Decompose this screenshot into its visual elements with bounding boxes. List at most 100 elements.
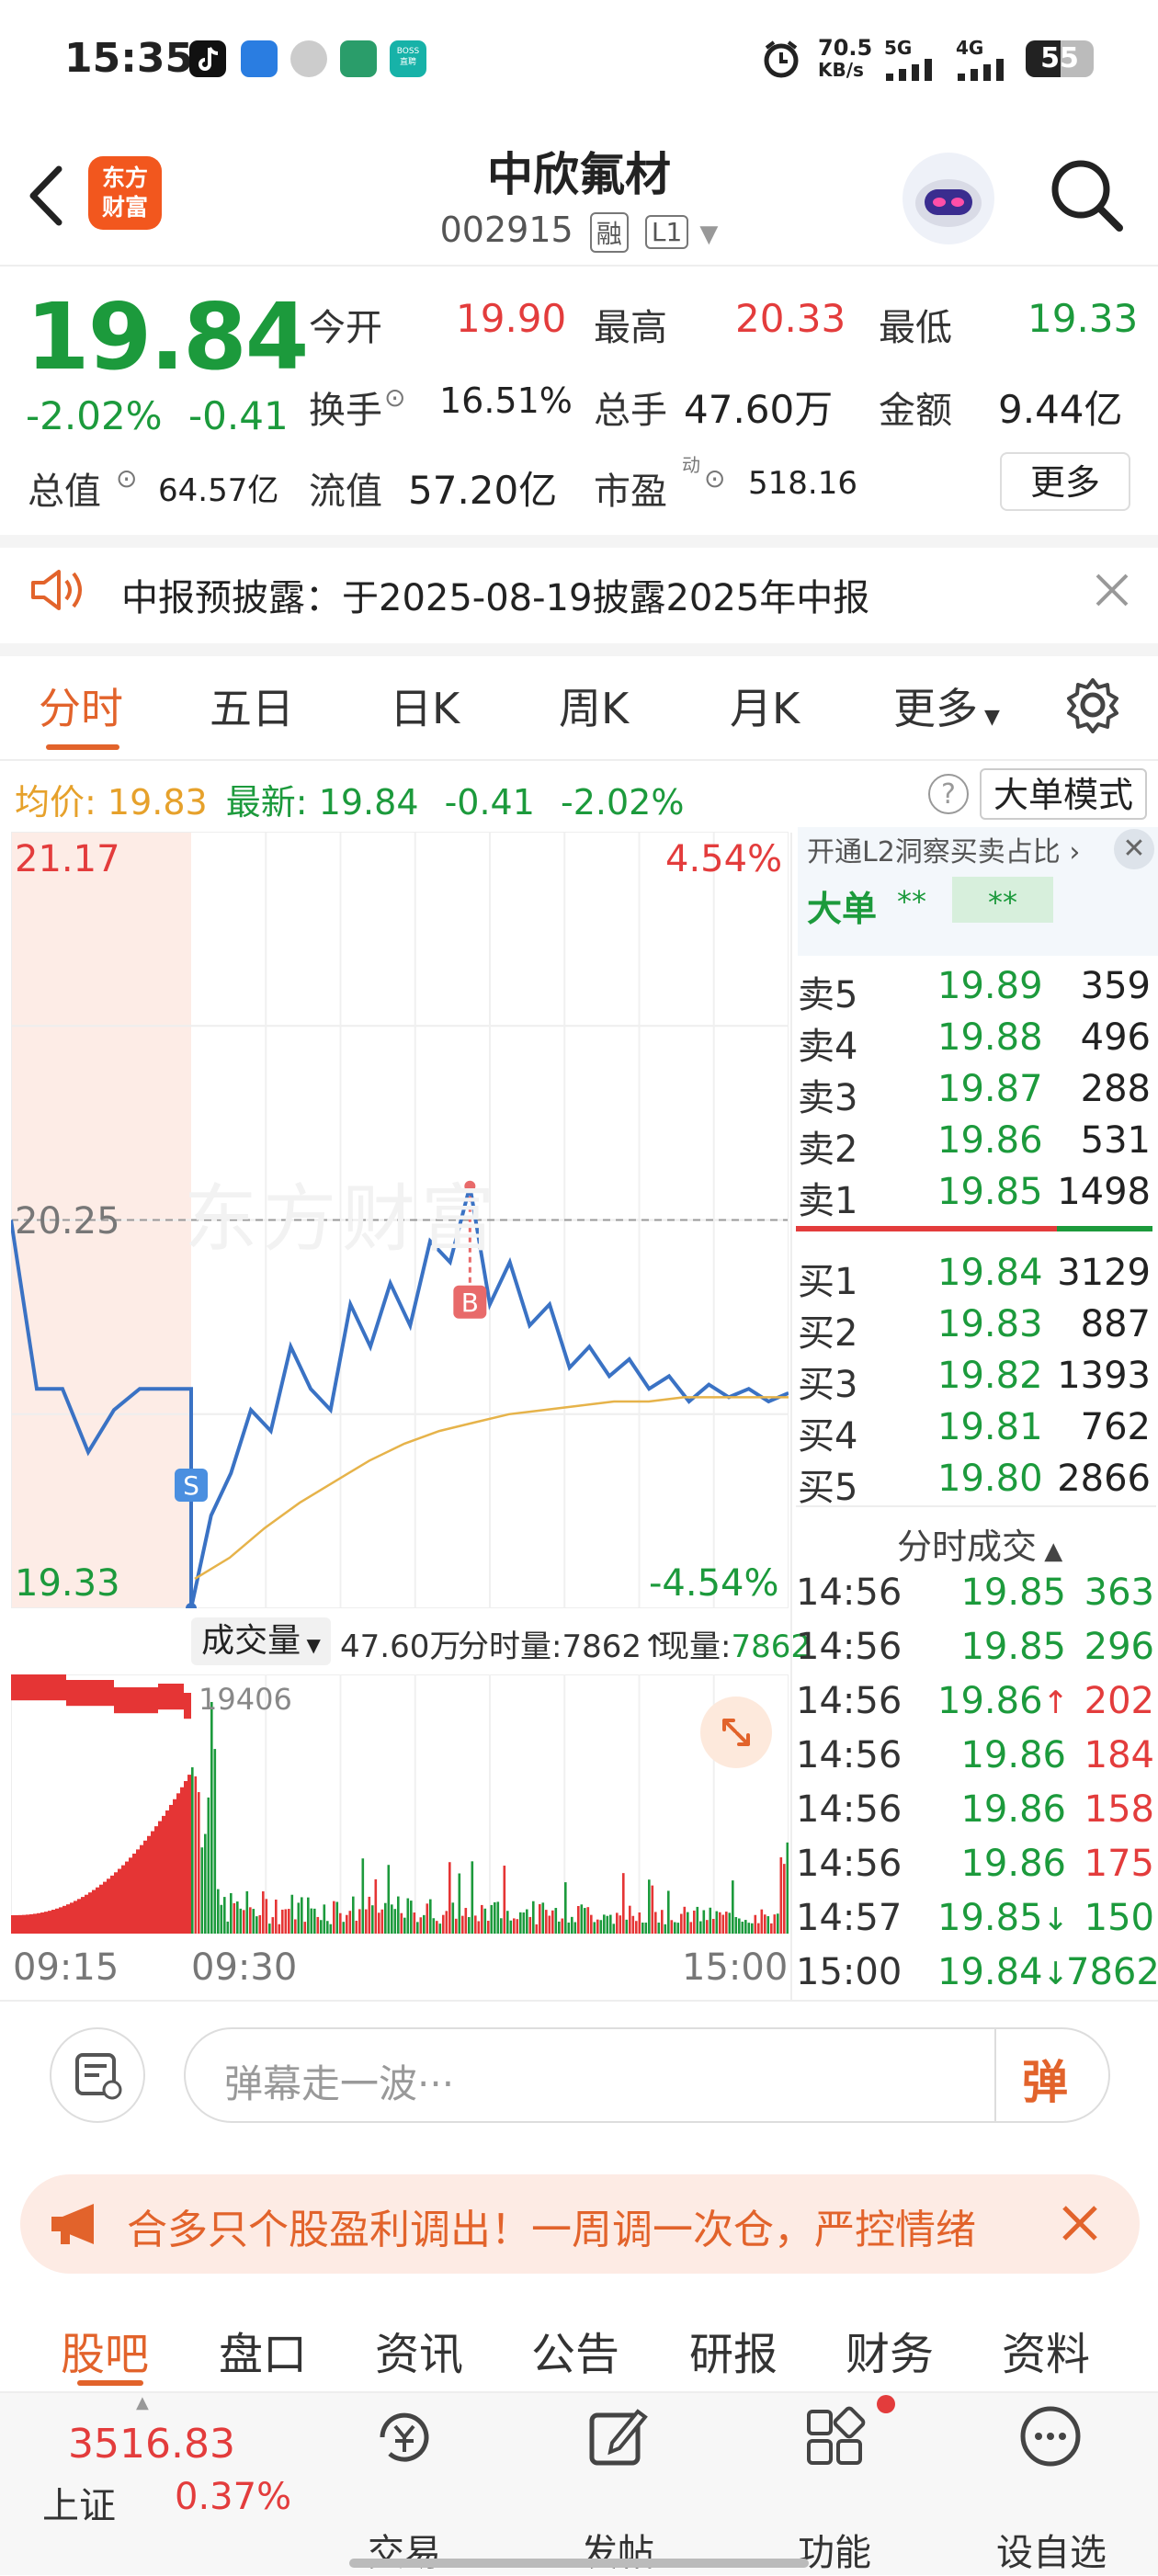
pe-dots-icon[interactable]: ⊙ <box>704 463 725 494</box>
ask-price[interactable]: 19.88 <box>937 1016 1043 1059</box>
tab-intraday[interactable]: 分时 <box>39 675 123 736</box>
tab-weekly-k[interactable]: 周K <box>559 675 629 736</box>
ask-volume: 288 <box>1080 1068 1151 1110</box>
bid-price[interactable]: 19.83 <box>937 1303 1043 1345</box>
volume-bar <box>59 1674 62 1701</box>
tab-news[interactable]: 资讯 <box>375 2318 463 2382</box>
volume-bar <box>220 1904 223 1934</box>
ask-price[interactable]: 19.85 <box>937 1171 1043 1213</box>
post-icon[interactable] <box>585 2402 653 2474</box>
tab-monthly-k[interactable]: 月K <box>730 675 800 736</box>
volume-bar <box>612 1923 616 1934</box>
trades-header-text: 分时成交 <box>897 1526 1038 1567</box>
volume-bar <box>535 1923 539 1934</box>
close-l2-icon[interactable]: ✕ <box>1114 829 1154 869</box>
trade-volume: 150 <box>1084 1897 1154 1939</box>
volume-bar <box>483 1908 487 1934</box>
volume-bar <box>487 1921 490 1934</box>
nav-post[interactable]: 发帖 <box>544 2523 691 2576</box>
volume-bar <box>233 1902 236 1934</box>
ask-label: 卖5 <box>798 974 858 1016</box>
trades-header[interactable]: 分时成交 ▲ <box>897 1518 1062 1569</box>
bid-price[interactable]: 19.82 <box>937 1355 1043 1397</box>
volume-bar <box>599 1920 603 1934</box>
volume-bar <box>619 1915 622 1934</box>
tab-finance[interactable]: 财务 <box>846 2318 934 2382</box>
volume-bar <box>191 1767 194 1934</box>
volume-bar <box>26 1674 29 1701</box>
volume-chart[interactable] <box>10 1674 789 1935</box>
volume-bar <box>165 1810 169 1934</box>
expand-icon[interactable] <box>700 1697 772 1768</box>
index-value[interactable]: 3516.83 <box>68 2421 235 2468</box>
volume-bar <box>474 1915 477 1934</box>
robot-assistant-icon[interactable] <box>903 153 994 244</box>
volume-bar <box>496 1901 500 1934</box>
help-icon[interactable]: ? <box>928 774 969 814</box>
ask-volume: 1498 <box>1057 1171 1151 1213</box>
notice-text[interactable]: 中报预披露：于2025-08-19披露2025年中报 <box>121 568 869 621</box>
tab-forum[interactable]: 股吧 <box>61 2318 149 2382</box>
trade-time: 15:00 <box>796 1951 903 1993</box>
danmaku-settings-icon[interactable] <box>50 2027 145 2123</box>
volume-bar <box>18 1914 22 1934</box>
signal-4g-label: 4G <box>956 37 984 59</box>
index-name: 上证 <box>42 2485 116 2527</box>
info-dots-icon[interactable]: ⊙ <box>384 382 405 413</box>
bid-price[interactable]: 19.84 <box>937 1252 1043 1294</box>
nav-add-watchlist[interactable]: 设自选 <box>978 2523 1125 2576</box>
volume-type-dropdown[interactable]: 成交量 ▼ <box>191 1617 331 1665</box>
nav-trade[interactable]: 交易 <box>331 2523 478 2576</box>
y-min-label: 19.33 <box>15 1562 120 1605</box>
tab-research[interactable]: 研报 <box>689 2318 778 2382</box>
ask-price[interactable]: 19.89 <box>937 965 1043 1007</box>
l2-header-text: 开通L2洞察买卖占比 <box>807 836 1061 868</box>
volume-value: 47.60万 <box>684 387 834 432</box>
ad-banner[interactable]: 合多只个股盈利调出！一周调一次仓，严控情绪 <box>20 2174 1140 2274</box>
volume-bar <box>51 1910 55 1934</box>
volume-bar <box>136 1687 140 1714</box>
danmaku-send-button[interactable]: 弹 <box>1022 2046 1068 2112</box>
add-watchlist-icon[interactable] <box>1016 2402 1084 2474</box>
tab-orderbook[interactable]: 盘口 <box>219 2318 307 2382</box>
bid-volume: 762 <box>1080 1406 1151 1448</box>
pct-max-label: 4.54% <box>665 838 783 880</box>
search-icon[interactable] <box>1046 154 1127 239</box>
ask-volume: 531 <box>1080 1119 1151 1162</box>
volume-bar <box>333 1901 335 1934</box>
close-ad-icon[interactable] <box>1057 2200 1103 2250</box>
tab-daily-k[interactable]: 日K <box>390 675 460 736</box>
tab-more[interactable]: 更多 ▼ <box>893 675 1000 736</box>
mcap-label: 总值 <box>28 471 101 513</box>
volume-bar <box>151 1831 154 1934</box>
trade-icon[interactable] <box>371 2404 437 2474</box>
bid-price[interactable]: 19.80 <box>937 1458 1043 1500</box>
big-order-mode-button[interactable]: 大单模式 <box>980 768 1147 820</box>
mcap-dots-icon[interactable]: ⊙ <box>116 463 137 494</box>
danmaku-input-box[interactable]: 弹幕走一波··· 弹 <box>184 2027 1110 2123</box>
ask-price[interactable]: 19.86 <box>937 1119 1043 1162</box>
more-button[interactable]: 更多 <box>1000 452 1130 511</box>
apps-icon[interactable] <box>801 2404 868 2474</box>
danmaku-input[interactable]: 弹幕走一波··· <box>224 2053 454 2109</box>
l2-promo[interactable]: 开通L2洞察买卖占比 › ✕ 大单 ** ** <box>798 827 1158 956</box>
close-notice-icon[interactable] <box>1092 570 1132 614</box>
bid-price[interactable]: 19.81 <box>937 1406 1043 1448</box>
volume-bar <box>114 1872 118 1934</box>
tab-announcements[interactable]: 公告 <box>531 2318 619 2382</box>
gear-icon[interactable] <box>1064 676 1121 737</box>
volume-bar <box>129 1857 132 1934</box>
volume-bar <box>648 1879 651 1934</box>
volume-chart-svg[interactable] <box>10 1674 789 1935</box>
big-order-label: 大单 <box>807 889 878 929</box>
nav-functions[interactable]: 功能 <box>761 2523 908 2576</box>
volume-bar <box>451 1902 455 1934</box>
volume-bar <box>176 1793 180 1934</box>
tab-five-day[interactable]: 五日 <box>210 675 294 736</box>
ask-price[interactable]: 19.87 <box>937 1068 1043 1110</box>
volume-bar <box>629 1905 631 1934</box>
signal-4g-icon <box>956 57 1016 85</box>
tab-profile[interactable]: 资料 <box>1002 2318 1090 2382</box>
volume-bar <box>184 1693 187 1719</box>
volume-bar <box>397 1896 400 1934</box>
